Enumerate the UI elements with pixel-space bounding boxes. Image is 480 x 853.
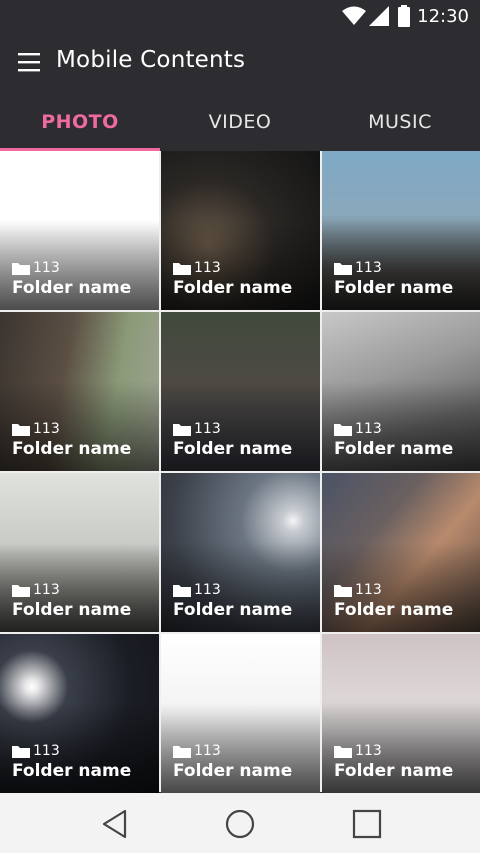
- folder-name: Folder name: [334, 278, 454, 298]
- folder-icon: [12, 584, 30, 597]
- app-bar: Mobile Contents: [0, 33, 480, 93]
- folder-count: 113: [355, 260, 382, 276]
- folder-icon: [12, 423, 30, 436]
- folder-name: Folder name: [173, 761, 293, 781]
- folder-name: Folder name: [173, 278, 293, 298]
- folder-name: Folder name: [334, 439, 454, 459]
- back-triangle-icon[interactable]: [99, 808, 131, 840]
- tab-photo[interactable]: PHOTO: [0, 93, 160, 151]
- folder-count: 113: [33, 260, 60, 276]
- folder-name: Folder name: [334, 600, 454, 620]
- battery-icon: [398, 5, 410, 27]
- folder-icon: [173, 745, 191, 758]
- folder-name: Folder name: [173, 600, 293, 620]
- folder-tile[interactable]: 113 Folder name: [161, 151, 320, 310]
- folder-icon: [334, 423, 352, 436]
- tab-bar: PHOTO VIDEO MUSIC: [0, 93, 480, 151]
- folder-name: Folder name: [12, 439, 132, 459]
- tab-video[interactable]: VIDEO: [160, 93, 320, 151]
- folder-tile[interactable]: 113 Folder name: [0, 151, 159, 310]
- folder-icon: [12, 262, 30, 275]
- system-navigation-bar: [0, 793, 480, 853]
- folder-tile[interactable]: 113 Folder name: [0, 312, 159, 471]
- folder-name: Folder name: [173, 439, 293, 459]
- folder-count: 113: [33, 421, 60, 437]
- folder-tile[interactable]: 113 Folder name: [161, 312, 320, 471]
- hamburger-menu-icon[interactable]: [18, 51, 40, 73]
- folder-name: Folder name: [334, 761, 454, 781]
- folder-grid: 113 Folder name 113 Folder name 113 Fold…: [0, 151, 480, 793]
- folder-tile[interactable]: 113 Folder name: [322, 151, 480, 310]
- folder-count: 113: [194, 421, 221, 437]
- wifi-icon: [342, 6, 366, 25]
- folder-name: Folder name: [12, 278, 132, 298]
- folder-icon: [334, 584, 352, 597]
- folder-icon: [173, 262, 191, 275]
- folder-tile[interactable]: 113 Folder name: [322, 312, 480, 471]
- folder-count: 113: [33, 743, 60, 759]
- folder-count: 113: [355, 421, 382, 437]
- folder-icon: [334, 262, 352, 275]
- status-bar: 12:30: [0, 0, 480, 33]
- folder-count: 113: [194, 743, 221, 759]
- cell-signal-icon: [369, 6, 389, 26]
- home-circle-icon[interactable]: [224, 808, 256, 840]
- folder-icon: [12, 745, 30, 758]
- folder-icon: [334, 745, 352, 758]
- folder-tile[interactable]: 113 Folder name: [0, 634, 159, 793]
- folder-tile[interactable]: 113 Folder name: [322, 473, 480, 632]
- folder-tile[interactable]: 113 Folder name: [161, 634, 320, 793]
- page-title: Mobile Contents: [56, 47, 246, 73]
- folder-count: 113: [33, 582, 60, 598]
- folder-tile[interactable]: 113 Folder name: [161, 473, 320, 632]
- folder-count: 113: [194, 582, 221, 598]
- folder-tile[interactable]: 113 Folder name: [0, 473, 159, 632]
- folder-count: 113: [355, 743, 382, 759]
- folder-name: Folder name: [12, 600, 132, 620]
- tab-music[interactable]: MUSIC: [320, 93, 480, 151]
- folder-count: 113: [194, 260, 221, 276]
- folder-count: 113: [355, 582, 382, 598]
- folder-name: Folder name: [12, 761, 132, 781]
- folder-icon: [173, 423, 191, 436]
- folder-icon: [173, 584, 191, 597]
- folder-tile[interactable]: 113 Folder name: [322, 634, 480, 793]
- recents-square-icon[interactable]: [351, 808, 383, 840]
- clock: 12:30: [417, 6, 469, 27]
